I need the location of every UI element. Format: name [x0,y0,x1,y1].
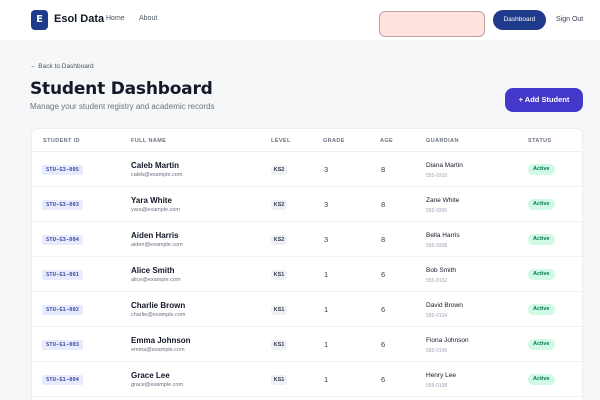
student-id-chip: STU-G3-003 [42,200,84,210]
guardian-name: Fiona Johnson [426,337,469,344]
level-badge: KS2 [271,235,287,245]
level-badge: KS1 [271,270,287,280]
grade-value: 1 [324,375,329,384]
table-row[interactable]: STU-G1-003 Emma Johnson emma@example.com KS… [32,327,582,362]
guardian-phone: 555-0306 [426,208,448,214]
student-id-chip: STU-G1-004 [42,375,84,385]
nav-about-link[interactable]: About [139,15,157,22]
student-email: alice@example.com [131,277,181,283]
add-student-button[interactable]: + Add Student [505,88,583,112]
guardian-phone: 555-0108 [426,383,448,389]
guardian-name: Bella Harris [426,232,460,239]
top-navbar: E Esol Data Home About Dashboard Sign Ou… [0,0,600,40]
guardian-phone: 555-0308 [426,243,448,249]
column-header-full-name[interactable]: FULL NAME [131,138,166,144]
student-email: charlie@example.com [131,312,186,318]
status-badge: Active [528,339,555,350]
student-name[interactable]: Charlie Brown [131,301,185,310]
student-name[interactable]: Grace Lee [131,371,170,380]
guardian-phone: 555-0104 [426,313,448,319]
status-badge: Active [528,199,555,210]
age-value: 6 [381,375,386,384]
level-badge: KS1 [271,340,287,350]
guardian-name: Bob Smith [426,267,456,274]
status-badge: Active [528,164,555,175]
grade-value: 1 [324,340,329,349]
level-badge: KS2 [271,200,287,210]
guardian-name: Zane White [426,197,460,204]
age-value: 8 [381,235,386,244]
sign-out-link[interactable]: Sign Out [556,16,583,23]
age-value: 8 [381,200,386,209]
logo-icon[interactable]: E [31,10,48,30]
student-name[interactable]: Caleb Martin [131,161,179,170]
status-badge: Active [528,234,555,245]
guardian-name: David Brown [426,302,463,309]
guardian-phone: 555-0310 [426,173,448,179]
student-id-chip: STU-G1-001 [42,270,84,280]
table-row[interactable]: STU-G3-003 Yara White yara@example.com KS2 3… [32,187,582,222]
age-value: 6 [381,340,386,349]
student-email: aiden@example.com [131,242,183,248]
student-name[interactable]: Alice Smith [131,266,175,275]
nav-home-link[interactable]: Home [106,15,125,22]
age-value: 6 [381,270,386,279]
brand-name[interactable]: Esol Data [54,13,104,25]
student-name[interactable]: Emma Johnson [131,336,191,345]
column-header-grade[interactable]: GRADE [323,138,345,144]
student-email: grace@example.com [131,382,184,388]
grade-value: 1 [324,270,329,279]
page-title: Student Dashboard [30,79,213,99]
status-badge: Active [528,269,555,280]
student-table: STUDENT ID FULL NAME LEVEL GRADE AGE GUA… [31,128,583,400]
status-badge: Active [528,304,555,315]
student-id-chip: STU-G1-002 [42,305,84,315]
column-header-status[interactable]: STATUS [528,138,552,144]
student-name[interactable]: Yara White [131,196,172,205]
guardian-phone: 555-0102 [426,278,448,284]
student-id-chip: STU-G3-004 [42,235,84,245]
status-badge: Active [528,374,555,385]
level-badge: KS2 [271,165,287,175]
column-header-age[interactable]: AGE [380,138,393,144]
grade-value: 3 [324,200,329,209]
guardian-name: Diana Martin [426,162,463,169]
page-subtitle: Manage your student registry and academi… [30,102,215,111]
guardian-name: Henry Lee [426,372,456,379]
student-id-chip: STU-G1-003 [42,340,84,350]
table-row[interactable]: STU-G3-004 Aiden Harris aiden@example.com K… [32,222,582,257]
column-header-guardian[interactable]: GUARDIAN [426,138,459,144]
dashboard-button[interactable]: Dashboard [493,10,546,30]
age-value: 6 [381,305,386,314]
table-header: STUDENT ID FULL NAME LEVEL GRADE AGE GUA… [32,129,582,152]
table-row[interactable]: STU-G3-005 Caleb Martin caleb@example.com K… [32,152,582,187]
level-badge: KS1 [271,305,287,315]
grade-value: 3 [324,165,329,174]
age-value: 8 [381,165,386,174]
student-id-chip: STU-G3-005 [42,165,84,175]
table-row[interactable]: STU-G1-001 Alice Smith alice@example.com KS… [32,257,582,292]
column-header-level[interactable]: LEVEL [271,138,291,144]
level-badge: KS1 [271,375,287,385]
search-input[interactable] [379,11,485,37]
back-to-dashboard-link[interactable]: ← Back to Dashboard [30,63,94,70]
grade-value: 1 [324,305,329,314]
column-header-student-id[interactable]: STUDENT ID [43,138,80,144]
student-email: emma@example.com [131,347,185,353]
student-email: yara@example.com [131,207,180,213]
student-name[interactable]: Aiden Harris [131,231,179,240]
grade-value: 3 [324,235,329,244]
student-email: caleb@example.com [131,172,183,178]
table-row[interactable]: STU-G1-004 Grace Lee grace@example.com KS1 1… [32,362,582,397]
table-row[interactable]: STU-G1-002 Charlie Brown charlie@example.c… [32,292,582,327]
guardian-phone: 555-0106 [426,348,448,354]
